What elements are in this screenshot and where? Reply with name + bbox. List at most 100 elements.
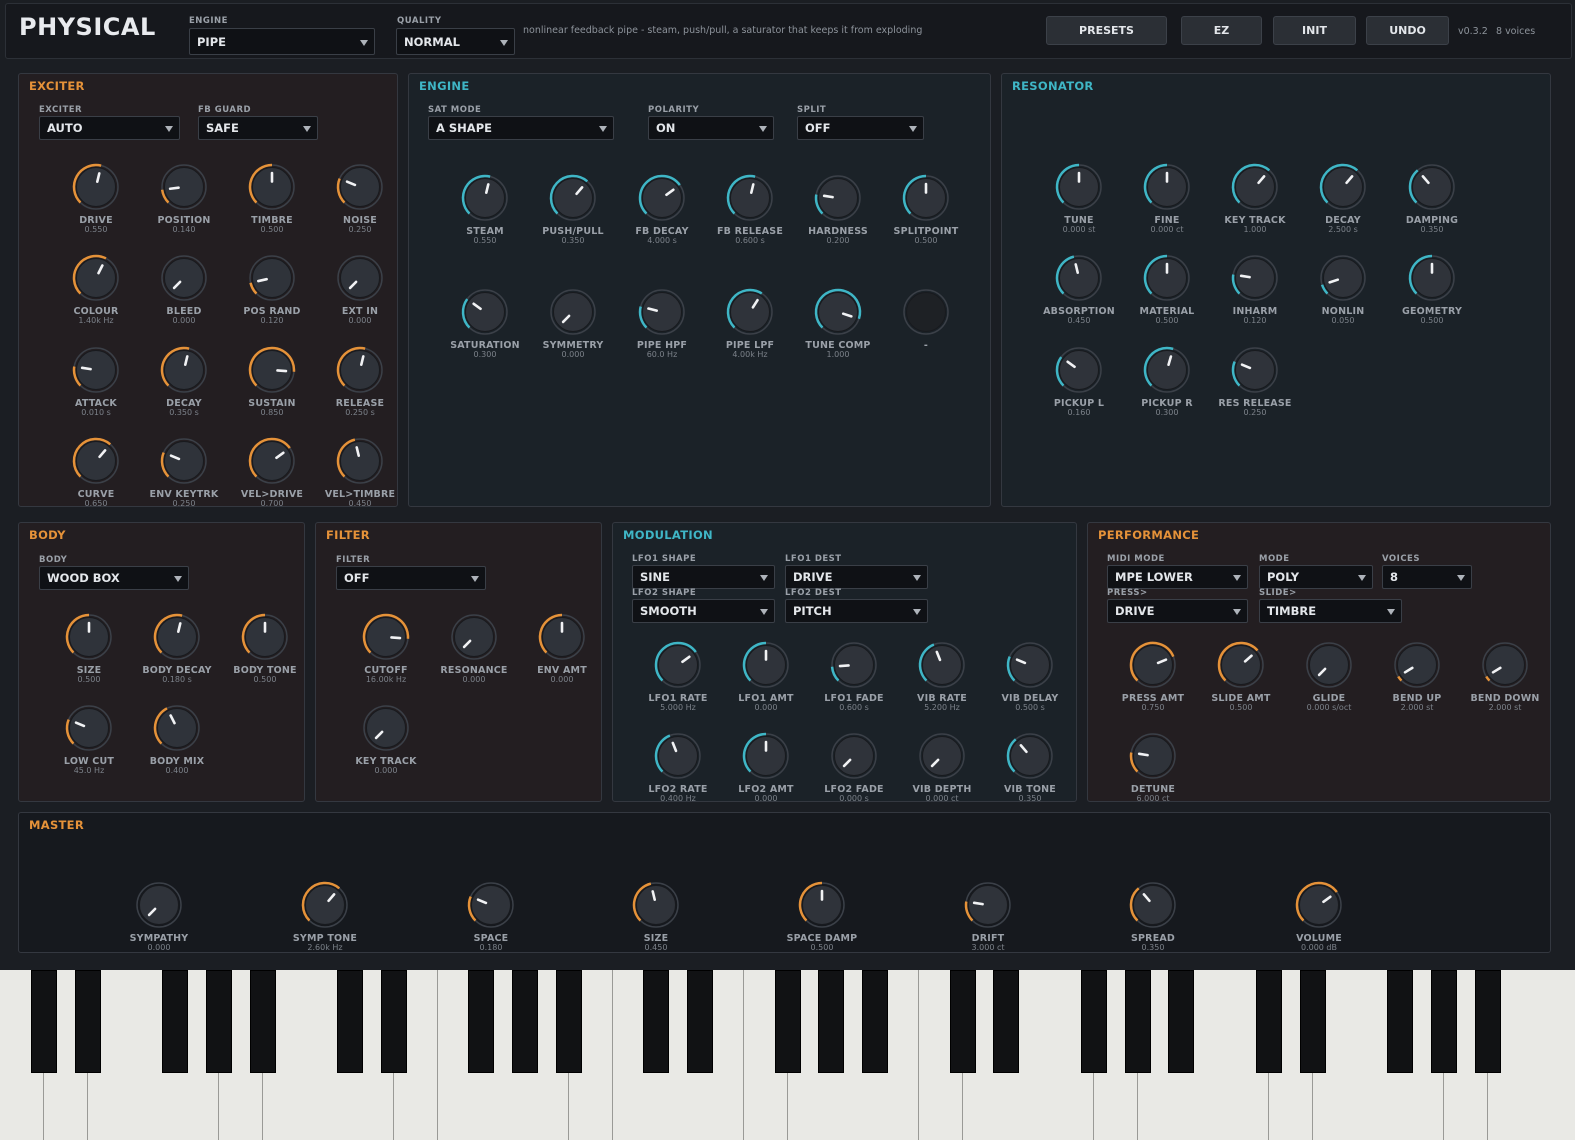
knob-push-pull[interactable]: PUSH/PULL 0.350 [528,172,618,245]
knob-colour[interactable]: COLOUR 1.40k Hz [51,252,141,325]
knob-dial[interactable] [812,172,864,224]
black-key[interactable] [1168,970,1195,1073]
knob-dial[interactable] [962,879,1014,931]
knob-press-amt[interactable]: PRESS AMT 0.750 [1108,639,1198,712]
black-key[interactable] [1080,970,1107,1073]
knob-drive[interactable]: DRIVE 0.550 [51,161,141,234]
knob-size[interactable]: SIZE 0.450 [611,879,701,952]
black-key[interactable] [380,970,407,1073]
knob-lfo2-fade[interactable]: LFO2 FADE 0.000 s [809,730,899,803]
knob-dial[interactable] [1303,639,1355,691]
knob-dial[interactable] [1229,252,1281,304]
black-key[interactable] [1430,970,1457,1073]
knob-dial[interactable] [1141,344,1193,396]
knob-dial[interactable] [465,879,517,931]
knob-fb-release[interactable]: FB RELEASE 0.600 s [705,172,795,245]
white-key[interactable] [1531,970,1575,1140]
knob-dial[interactable] [547,286,599,338]
engine-select[interactable]: PIPE [189,28,375,55]
knob-spread[interactable]: SPREAD 0.350 [1108,879,1198,952]
knob-fb-decay[interactable]: FB DECAY 4.000 s [617,172,707,245]
knob-tune-comp[interactable]: TUNE COMP 1.000 [793,286,883,359]
knob-dial[interactable] [636,172,688,224]
black-key[interactable] [949,970,976,1073]
mode-select[interactable]: POLY [1259,565,1373,589]
knob-splitpoint[interactable]: SPLITPOINT 0.500 [881,172,971,245]
knob-dial[interactable] [334,435,386,487]
presets-button[interactable]: PRESETS [1046,16,1167,45]
knob-lfo2-rate[interactable]: LFO2 RATE 0.400 Hz [633,730,723,803]
black-key[interactable] [643,970,670,1073]
knob-size[interactable]: SIZE 0.500 [44,611,134,684]
black-key[interactable] [74,970,101,1073]
knob-key-track[interactable]: KEY TRACK 1.000 [1210,161,1300,234]
knob-symmetry[interactable]: SYMMETRY 0.000 [528,286,618,359]
knob-dial[interactable] [724,172,776,224]
knob-dial[interactable] [334,344,386,396]
knob-env-amt[interactable]: ENV AMT 0.000 [517,611,607,684]
knob-dial[interactable] [158,344,210,396]
black-key[interactable] [1124,970,1151,1073]
knob-dial[interactable] [1141,252,1193,304]
black-key[interactable] [1255,970,1282,1073]
knob-dial[interactable] [63,702,115,754]
black-key[interactable] [687,970,713,1073]
knob-res-release[interactable]: RES RELEASE 0.250 [1210,344,1300,417]
knob-dial[interactable] [1127,879,1179,931]
black-key[interactable] [205,970,232,1073]
quality-select[interactable]: NORMAL [396,28,515,55]
knob-dial[interactable] [740,639,792,691]
knob-dial[interactable] [246,161,298,213]
knob-dial[interactable] [828,730,880,782]
knob-lfo2-amt[interactable]: LFO2 AMT 0.000 [721,730,811,803]
knob-damping[interactable]: DAMPING 0.350 [1387,161,1477,234]
knob-dial[interactable] [796,879,848,931]
knob-dial[interactable] [536,611,588,663]
sat-mode-select[interactable]: A SHAPE [428,116,614,140]
black-key[interactable] [468,970,495,1073]
knob-env-keytrk[interactable]: ENV KEYTRK 0.250 [139,435,229,508]
knob-pipe-hpf[interactable]: PIPE HPF 60.0 Hz [617,286,707,359]
knob-saturation[interactable]: SATURATION 0.300 [440,286,530,359]
knob-tune[interactable]: TUNE 0.000 st [1034,161,1124,234]
knob-space-damp[interactable]: SPACE DAMP 0.500 [777,879,867,952]
split-select[interactable]: OFF [797,116,924,140]
knob-dial[interactable] [246,435,298,487]
knob-attack[interactable]: ATTACK 0.010 s [51,344,141,417]
knob-vib-depth[interactable]: VIB DEPTH 0.000 ct [897,730,987,803]
knob-slide-amt[interactable]: SLIDE AMT 0.500 [1196,639,1286,712]
knob-lfo1-rate[interactable]: LFO1 RATE 5.000 Hz [633,639,723,712]
lfo2-dest-select[interactable]: PITCH [785,599,928,623]
knob-detune[interactable]: DETUNE 6.000 ct [1108,730,1198,803]
knob-dial[interactable] [158,435,210,487]
knob-dial[interactable] [1141,161,1193,213]
knob-hardness[interactable]: HARDNESS 0.200 [793,172,883,245]
knob-dial[interactable] [1229,344,1281,396]
knob-curve[interactable]: CURVE 0.650 [51,435,141,508]
black-key[interactable] [862,970,888,1073]
knob-dial[interactable] [724,286,776,338]
knob-dial[interactable] [1127,639,1179,691]
knob-resonance[interactable]: RESONANCE 0.000 [429,611,519,684]
init-button[interactable]: INIT [1273,16,1356,45]
knob-fine[interactable]: FINE 0.000 ct [1122,161,1212,234]
lfo1-dest-select[interactable]: DRIVE [785,565,928,589]
knob-dial[interactable] [70,161,122,213]
knob-dial[interactable] [334,161,386,213]
knob-material[interactable]: MATERIAL 0.500 [1122,252,1212,325]
knob-steam[interactable]: STEAM 0.550 [440,172,530,245]
knob-body-tone[interactable]: BODY TONE 0.500 [220,611,310,684]
undo-button[interactable]: UNDO [1366,16,1449,45]
knob-dial[interactable] [1215,639,1267,691]
fb-guard-select[interactable]: SAFE [198,116,318,140]
knob-dial[interactable] [239,611,291,663]
knob-dial[interactable] [1479,639,1531,691]
knob-dial[interactable] [334,252,386,304]
knob-dial[interactable] [133,879,185,931]
knob-dial[interactable] [1391,639,1443,691]
lfo2-shape-select[interactable]: SMOOTH [632,599,775,623]
knob-timbre[interactable]: TIMBRE 0.500 [227,161,317,234]
knob-pickup-r[interactable]: PICKUP R 0.300 [1122,344,1212,417]
black-key[interactable] [818,970,845,1073]
knob-dial[interactable] [70,435,122,487]
